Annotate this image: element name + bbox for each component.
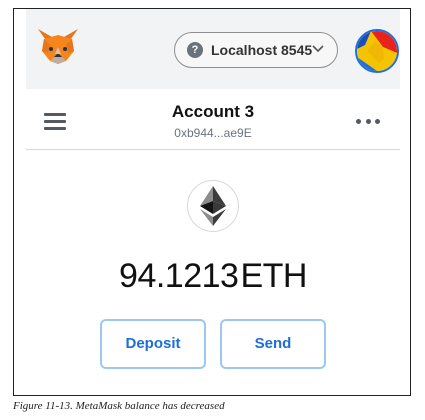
app-header: ? Localhost 8545 xyxy=(26,9,400,89)
kebab-menu-icon[interactable] xyxy=(356,119,380,125)
deposit-button[interactable]: Deposit xyxy=(100,319,206,369)
balance-display: 94.1213ETH xyxy=(14,257,410,296)
chevron-down-icon xyxy=(312,45,324,53)
metamask-fox-icon[interactable] xyxy=(36,27,80,67)
figure-caption: Figure 11-13. MetaMask balance has decre… xyxy=(13,400,225,412)
network-selector[interactable]: ? Localhost 8545 xyxy=(174,32,338,68)
question-circle-icon: ? xyxy=(187,42,203,58)
ethereum-icon xyxy=(187,180,239,232)
divider xyxy=(26,149,400,150)
app-window: ? Localhost 8545 Account 3 0xb944...ae9E xyxy=(13,8,411,396)
balance-unit: ETH xyxy=(240,257,307,295)
account-address[interactable]: 0xb944...ae9E xyxy=(14,126,410,140)
send-button[interactable]: Send xyxy=(220,319,326,369)
account-identicon[interactable] xyxy=(355,29,399,73)
balance-amount: 94.1213 xyxy=(119,257,239,295)
network-label: Localhost 8545 xyxy=(211,42,313,58)
account-name[interactable]: Account 3 xyxy=(14,102,410,122)
